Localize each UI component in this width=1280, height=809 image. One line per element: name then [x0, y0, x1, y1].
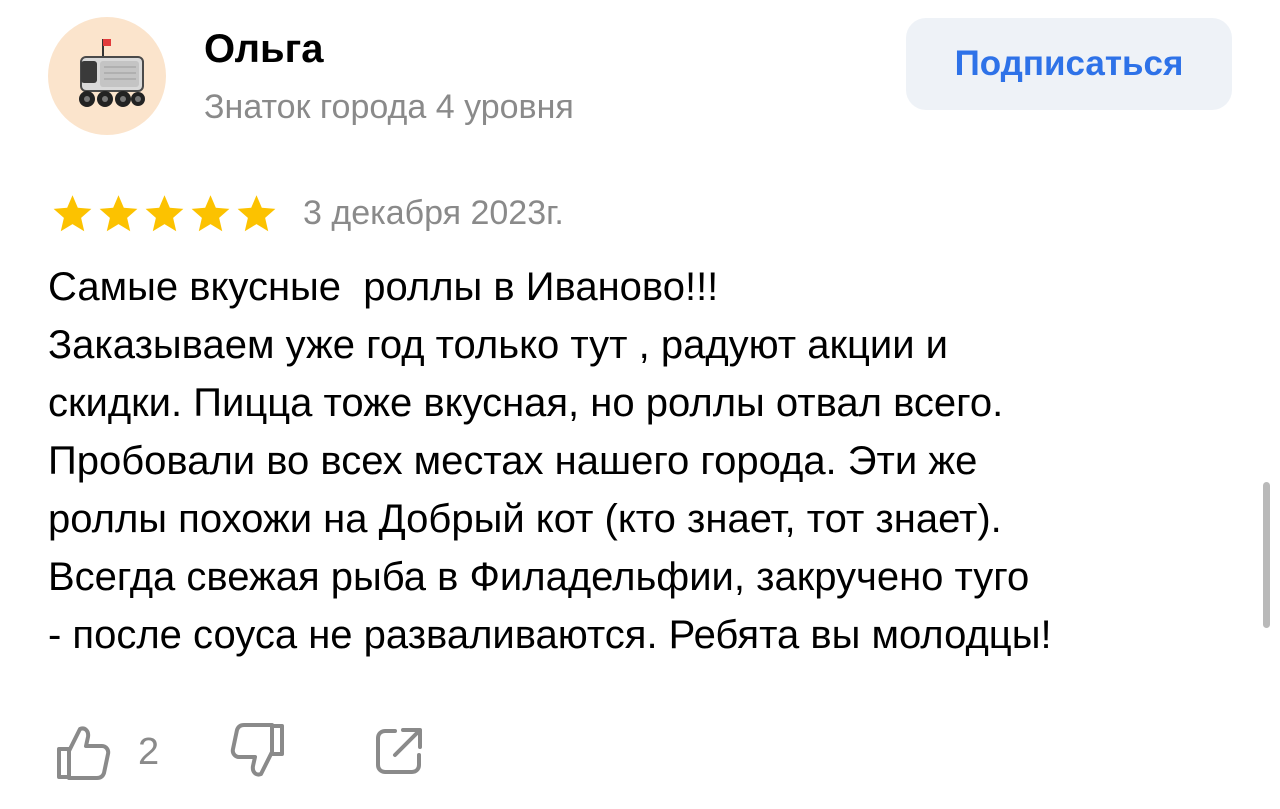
review-line: Пробовали во всех местах нашего города. … — [48, 439, 978, 483]
thumbs-down-icon — [230, 723, 284, 777]
rating-stars — [50, 192, 279, 236]
subscribe-button[interactable]: Подписаться — [906, 18, 1232, 110]
share-button[interactable] — [373, 725, 425, 777]
thumbs-up-icon — [57, 726, 111, 780]
review-line: скидки. Пицца тоже вкусная, но роллы отв… — [48, 381, 1004, 425]
review-line: Всегда свежая рыба в Филадельфии, закруч… — [48, 555, 1030, 599]
user-name[interactable]: Ольга — [204, 25, 324, 73]
review-text: Самые вкусные роллы в Иваново!!! Заказыв… — [48, 258, 1248, 664]
like-count: 2 — [138, 731, 160, 773]
like-button[interactable]: 2 — [55, 722, 175, 782]
star-icon — [99, 195, 138, 232]
star-icon — [191, 195, 230, 232]
delivery-robot-icon — [79, 39, 145, 107]
dislike-button[interactable] — [228, 722, 286, 782]
avatar[interactable] — [48, 17, 166, 135]
star-icon — [237, 195, 276, 232]
user-level: Знаток города 4 уровня — [204, 88, 574, 126]
review-line: Заказываем уже год только тут , радуют а… — [48, 323, 949, 367]
review-line: роллы похожи на Добрый кот (кто знает, т… — [48, 497, 1002, 541]
star-icon — [53, 195, 92, 232]
review-date: 3 декабря 2023г. — [303, 194, 564, 232]
scrollbar[interactable] — [1263, 482, 1270, 628]
star-icon — [145, 195, 184, 232]
review-line: Самые вкусные роллы в Иваново!!! — [48, 265, 719, 309]
review-line: - после соуса не разваливаются. Ребята в… — [48, 613, 1052, 657]
share-icon — [376, 728, 422, 774]
